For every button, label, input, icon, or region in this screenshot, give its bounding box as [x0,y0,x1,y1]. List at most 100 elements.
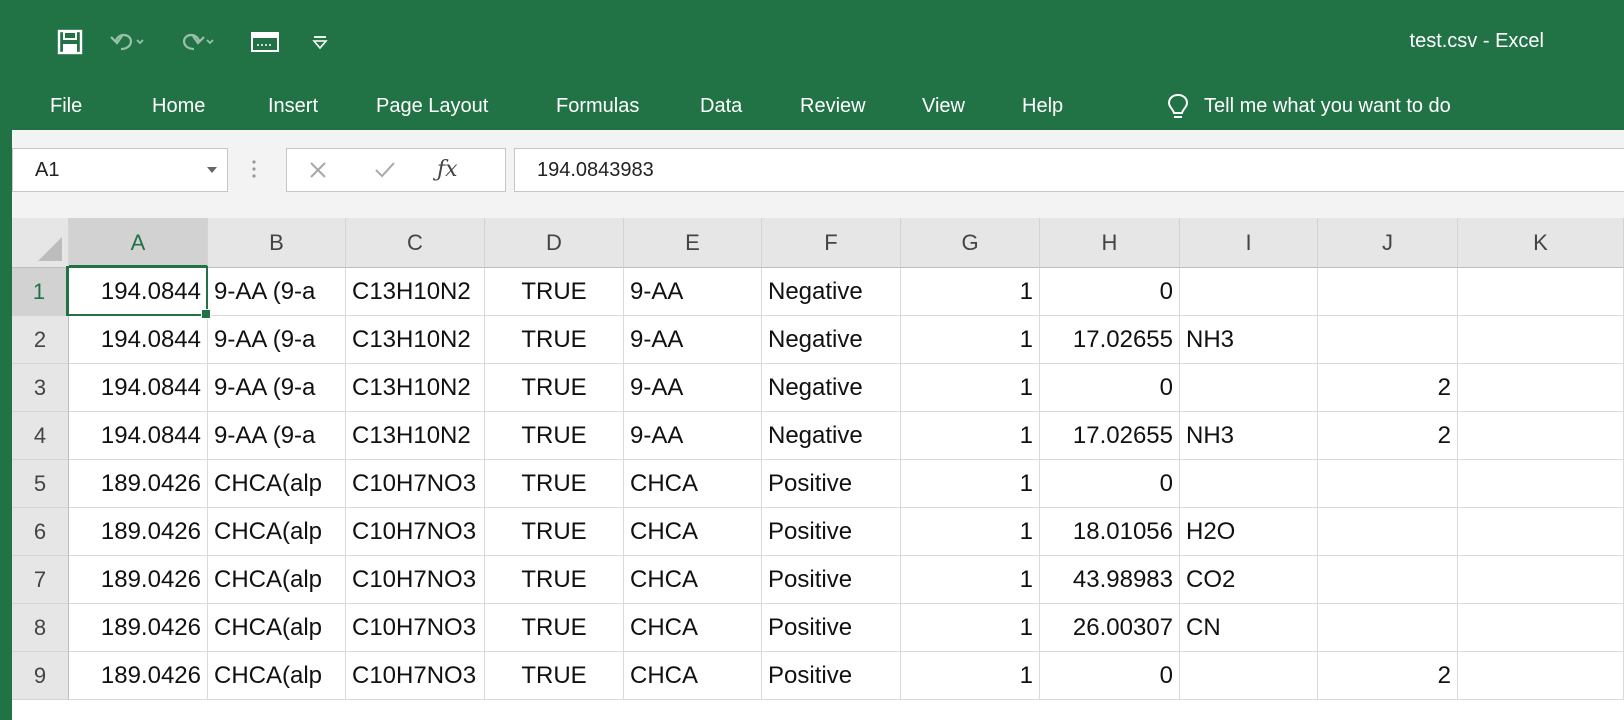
chevron-down-icon[interactable] [205,161,219,179]
row-header-5[interactable]: 5 [12,460,69,508]
cell-k2[interactable] [1458,316,1624,364]
cell-j3[interactable]: 2 [1318,364,1458,412]
cell-g7[interactable]: 1 [901,556,1040,604]
cell-g8[interactable]: 1 [901,604,1040,652]
formula-input[interactable]: 194.0843983 [514,148,1624,192]
tab-data[interactable]: Data [700,82,742,130]
cell-f2[interactable]: Negative [762,316,901,364]
cell-e3[interactable]: 9-AA [624,364,762,412]
cell-e8[interactable]: CHCA [624,604,762,652]
column-header-c[interactable]: C [346,218,485,268]
name-box[interactable]: A1 [12,148,228,192]
cell-g1[interactable]: 1 [901,268,1040,316]
lightbulb-icon[interactable] [1164,92,1192,122]
cell-b6[interactable]: CHCA(alp [208,508,346,556]
cell-c1[interactable]: C13H10N2 [346,268,485,316]
tab-home[interactable]: Home [152,82,205,130]
column-header-g[interactable]: G [901,218,1040,268]
column-header-j[interactable]: J [1318,218,1458,268]
cell-d5[interactable]: TRUE [485,460,624,508]
cell-j1[interactable] [1318,268,1458,316]
cell-i7[interactable]: CO2 [1180,556,1318,604]
cell-i8[interactable]: CN [1180,604,1318,652]
cell-d6[interactable]: TRUE [485,508,624,556]
cell-h2[interactable]: 17.02655 [1040,316,1180,364]
column-header-d[interactable]: D [485,218,624,268]
cell-k1[interactable] [1458,268,1624,316]
cell-d1[interactable]: TRUE [485,268,624,316]
cell-e9[interactable]: CHCA [624,652,762,700]
cell-b7[interactable]: CHCA(alp [208,556,346,604]
column-header-a[interactable]: A [69,218,208,268]
cell-c2[interactable]: C13H10N2 [346,316,485,364]
cell-f1[interactable]: Negative [762,268,901,316]
cell-a9[interactable]: 189.0426 [69,652,208,700]
redo-button[interactable] [175,22,220,62]
enter-icon[interactable] [373,159,397,181]
tab-page-layout[interactable]: Page Layout [376,82,488,130]
cell-c7[interactable]: C10H7NO3 [346,556,485,604]
cell-d8[interactable]: TRUE [485,604,624,652]
cell-e2[interactable]: 9-AA [624,316,762,364]
cell-j6[interactable] [1318,508,1458,556]
tab-formulas[interactable]: Formulas [556,82,639,130]
cell-j5[interactable] [1318,460,1458,508]
cell-g2[interactable]: 1 [901,316,1040,364]
cell-c5[interactable]: C10H7NO3 [346,460,485,508]
cell-b1[interactable]: 9-AA (9-a [208,268,346,316]
column-header-b[interactable]: B [208,218,346,268]
cell-h5[interactable]: 0 [1040,460,1180,508]
cell-a6[interactable]: 189.0426 [69,508,208,556]
cell-i5[interactable] [1180,460,1318,508]
cell-e1[interactable]: 9-AA [624,268,762,316]
cell-c4[interactable]: C13H10N2 [346,412,485,460]
cell-a7[interactable]: 189.0426 [69,556,208,604]
cell-c9[interactable]: C10H7NO3 [346,652,485,700]
cell-c8[interactable]: C10H7NO3 [346,604,485,652]
cell-b5[interactable]: CHCA(alp [208,460,346,508]
undo-button[interactable] [105,22,150,62]
row-header-4[interactable]: 4 [12,412,69,460]
cell-f7[interactable]: Positive [762,556,901,604]
cell-i3[interactable] [1180,364,1318,412]
cell-a5[interactable]: 189.0426 [69,460,208,508]
cell-h1[interactable]: 0 [1040,268,1180,316]
cell-h8[interactable]: 26.00307 [1040,604,1180,652]
row-header-8[interactable]: 8 [12,604,69,652]
cell-j7[interactable] [1318,556,1458,604]
row-header-2[interactable]: 2 [12,316,69,364]
cell-g4[interactable]: 1 [901,412,1040,460]
column-header-f[interactable]: F [762,218,901,268]
function-icon[interactable]: ƒx [437,149,458,191]
cell-k4[interactable] [1458,412,1624,460]
cell-e6[interactable]: CHCA [624,508,762,556]
cell-i4[interactable]: NH3 [1180,412,1318,460]
cell-i9[interactable] [1180,652,1318,700]
cell-e4[interactable]: 9-AA [624,412,762,460]
cell-j9[interactable]: 2 [1318,652,1458,700]
cell-i1[interactable] [1180,268,1318,316]
cell-d9[interactable]: TRUE [485,652,624,700]
cell-k5[interactable] [1458,460,1624,508]
cell-h9[interactable]: 0 [1040,652,1180,700]
row-header-3[interactable]: 3 [12,364,69,412]
cell-h7[interactable]: 43.98983 [1040,556,1180,604]
cell-f4[interactable]: Negative [762,412,901,460]
cell-f9[interactable]: Positive [762,652,901,700]
cell-a4[interactable]: 194.0844 [69,412,208,460]
cell-g5[interactable]: 1 [901,460,1040,508]
cell-d2[interactable]: TRUE [485,316,624,364]
cell-c3[interactable]: C13H10N2 [346,364,485,412]
cell-i6[interactable]: H2O [1180,508,1318,556]
cell-g3[interactable]: 1 [901,364,1040,412]
cell-f3[interactable]: Negative [762,364,901,412]
cell-a2[interactable]: 194.0844 [69,316,208,364]
cell-b3[interactable]: 9-AA (9-a [208,364,346,412]
row-header-9[interactable]: 9 [12,652,69,700]
cell-k8[interactable] [1458,604,1624,652]
form-button[interactable] [245,22,285,62]
cell-h6[interactable]: 18.01056 [1040,508,1180,556]
row-header-1[interactable]: 1 [12,268,69,316]
cell-d3[interactable]: TRUE [485,364,624,412]
cell-f5[interactable]: Positive [762,460,901,508]
